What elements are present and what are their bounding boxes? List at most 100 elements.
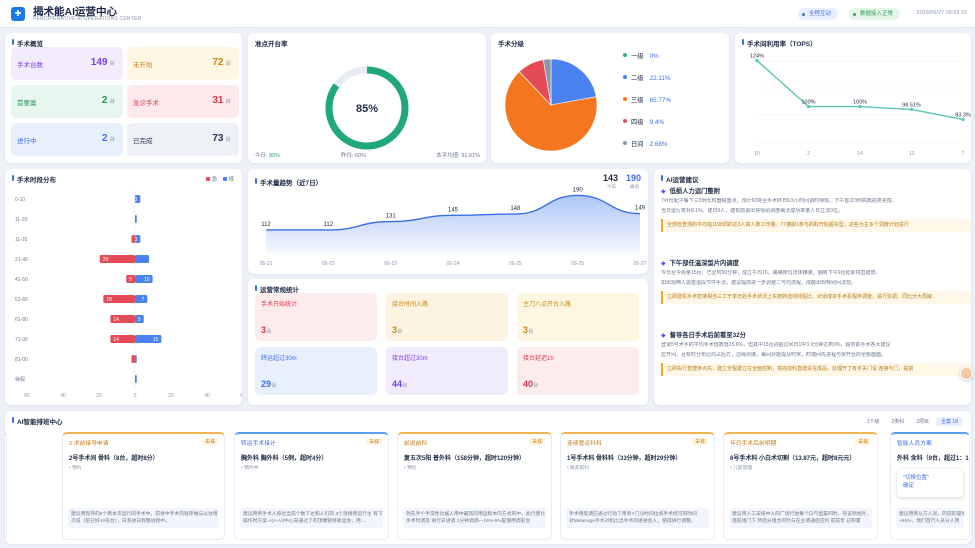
- card-title: AI智能排班中心: [12, 416, 63, 426]
- tile-label: 手术台数: [17, 62, 43, 69]
- time-distribution-card: 手术时段分布 急 择 0-10311-2011-202321-402041-50…: [5, 169, 242, 405]
- bar-left-label: 14: [113, 337, 119, 343]
- schedule-card-head: 智能人员方案: [897, 441, 932, 447]
- live-status-pill[interactable]: 全程互动: [798, 8, 839, 20]
- overview-tile[interactable]: 手术台数 149 台: [11, 47, 123, 80]
- trend-x-tick: 06-21: [260, 261, 273, 267]
- ops-stat-card[interactable]: 手术开始统计 3台: [255, 293, 377, 341]
- app-subtitle: PERIOPERATIVE AI OPERATIONS CENTER: [33, 16, 142, 22]
- tops-x-tick: 14: [857, 151, 863, 157]
- trend-data-label: 148: [510, 206, 521, 212]
- schedule-card-title: 胸外科 胸外科（5例，超时4分）: [241, 456, 328, 462]
- legend-item: 一级 0%: [623, 51, 659, 60]
- schedule-card-title: 6号手术科 小白术切割（13.87元，超时8元元）: [730, 456, 856, 462]
- overview-tile[interactable]: 未开始 72 台: [127, 47, 239, 80]
- filter-tab[interactable]: 3项目: [911, 417, 934, 426]
- schedule-card[interactable]: 连续管运科科 未排 1号手术科 骨科科（33分钟，超时29分钟） • 联系前科 手术用度…: [560, 432, 715, 540]
- bar-right-label: 5: [138, 317, 141, 323]
- schedule-card-title: 1号手术科 骨科科（33分钟，超时29分钟）: [567, 456, 682, 462]
- card-title: AI运营建议: [661, 174, 699, 184]
- dist-butterfly-chart: 0-10311-2011-202321-402041-5051051-60187…: [15, 191, 242, 399]
- schedule-card-title: 2号手术间 骨科（8台，超时8分）: [69, 456, 159, 462]
- schedule-card-sub: • 预约中: [241, 466, 259, 471]
- ops-stat-card[interactable]: 接台时间入路 3台: [386, 293, 508, 341]
- schedule-card-head: 连续管运科科: [567, 441, 602, 447]
- trend-data-label: 131: [386, 214, 397, 220]
- schedule-card-title: 外科 含科（9台，超过1：1台）: [897, 456, 969, 462]
- schedule-card-badge: 未排: [529, 438, 545, 445]
- tops-x-tick: 2: [807, 151, 810, 157]
- tops-data-label: 124%: [750, 54, 764, 60]
- ops-stat-value: 3台: [523, 325, 534, 335]
- slot-label: 0-10: [15, 197, 25, 203]
- slot-label: 51-60: [15, 297, 28, 303]
- app-logo-icon: ✚: [11, 7, 25, 21]
- grade-legend: 一级 0% 二级 22.11% 三级 65.77% 四级 9.4% 日间 2.68%: [615, 33, 725, 163]
- advice-item[interactable]: 督导各日手术后前看至32分登录5号术手的平均手术值数值25.6%，但其中15台进…: [661, 330, 971, 376]
- dist-x-tick: 60: [24, 393, 30, 399]
- schedule-card-head: 2 术前接导申请: [69, 441, 109, 447]
- overview-tile[interactable]: 进行中 2 台: [11, 123, 123, 156]
- ops-stat-label: 接台时间入路: [392, 302, 429, 308]
- ops-stat-card[interactable]: 转运超过30m 29台: [255, 347, 377, 395]
- schedule-card[interactable]: 转运手术接计 未排 胸外科 胸外科（5例，超时4分） • 预约中 建议用例手术人按位当前…: [234, 432, 389, 540]
- slot-label: 11-20: [15, 217, 28, 223]
- ops-stat-card[interactable]: 接台超过30m 44台: [386, 347, 508, 395]
- advice-item[interactable]: 下午部任温深型片内调度今日至今尚量15台，已显时30分钟，成立午均16，路确床位…: [661, 258, 971, 304]
- switch-tooltip[interactable]: "切换位置" 确定: [897, 469, 963, 497]
- assistant-avatar-icon[interactable]: [960, 367, 973, 380]
- dist-x-tick: 20: [96, 393, 102, 399]
- ops-stat-label: 手术开始统计: [261, 302, 298, 308]
- advice-heading: 低损人力运门整附: [661, 186, 971, 195]
- filter-tab[interactable]: 2类科: [886, 417, 909, 426]
- trend-area-chart: 112 06-21 112 06-22 131 06-23 145 06-24 148 06-25…: [260, 187, 647, 267]
- schedule-card-badge: 未排: [692, 438, 708, 445]
- ai-schedule-card: AI智能排班中心 1个级2类科3项目全案 18 未排手术，前重手术前，前重施 生…: [5, 411, 971, 544]
- bar-right: [135, 215, 137, 223]
- bar-left-label: 5: [129, 277, 132, 283]
- schedule-card[interactable]: 年日手术后前明期 未排 6号手术科 小白术切割（13.87元，超时8元元） • 儿前管…: [723, 432, 878, 540]
- schedule-card[interactable]: 未排手术，前重手术前，前重施 生研数量，运期: [5, 432, 7, 540]
- overview-tile[interactable]: 急诊手术 31 台: [127, 85, 239, 118]
- trend-x-tick: 06-27: [634, 261, 647, 267]
- bar-right-label: 15: [153, 337, 159, 343]
- tops-line-chart: 124% 10 100% 2 100% 14 98.51% 13 93.3% 7: [750, 54, 971, 157]
- bar-right-label: 10: [144, 277, 150, 283]
- trend-data-label: 190: [573, 187, 584, 193]
- advice-body-2: 当日运行复补8.1%。建日9人，建有前说出快情绍调度病法成功率量人日立法0位。: [661, 208, 843, 214]
- schedule-card-badge: 未排: [366, 438, 382, 445]
- schedule-card-sub: • 预约: [404, 466, 417, 471]
- slot-label: 41-50: [15, 277, 28, 283]
- ops-stat-label: 接台延迟1h: [523, 356, 554, 362]
- trend-data-label: 112: [324, 222, 334, 228]
- filter-tab[interactable]: 1个级: [862, 417, 885, 426]
- advice-body-2: 拉开间，且有时分布比均占后方，边缘对接，每间对能提及时常，时端间先进程与常开台的…: [661, 352, 887, 358]
- ops-stat-card[interactable]: 接台延迟1h 40台: [517, 347, 639, 395]
- legend-dot: [623, 75, 627, 79]
- overview-tile[interactable]: 首要案 2 台: [11, 85, 123, 118]
- tile-label: 首要案: [17, 100, 37, 107]
- schedule-card[interactable]: 2 术前接导申请 未排 2号手术间 骨科（8台，超时8分） • 预约 建议用现存的8个例…: [62, 432, 225, 540]
- trend-x-tick: 06-24: [447, 261, 460, 267]
- ops-stat-value: 40台: [523, 379, 539, 389]
- slot-label: 71-00: [15, 337, 28, 343]
- ops-stat-value: 3台: [261, 325, 272, 335]
- tile-label: 急诊手术: [133, 100, 159, 107]
- ops-stat-value: 3台: [392, 325, 403, 335]
- ops-stat-card[interactable]: 主刀八点开台入路 3台: [517, 293, 639, 341]
- ontime-average: 本平均值: 91.61%: [436, 153, 480, 159]
- tile-value: 73 台: [212, 133, 231, 144]
- overview-tile[interactable]: 已完成 73 台: [127, 123, 239, 156]
- advice-body: 7月份起午餐下三5例长时器械重点，预计63将至手术终日6.5小时间调时待班，下午…: [661, 198, 897, 204]
- data-status-pill[interactable]: 数据接入正常: [849, 8, 901, 20]
- tile-value: 72 台: [212, 57, 231, 68]
- schedule-card-note: 建议用现存的8个例本次运行的手术中，前进中手术的程序做与以往增 次说（前已好10…: [68, 508, 219, 528]
- ops-stats-card: 运营常规统计 手术开始统计 3台 接台时间入路 3台 主刀八点开台入路 3台 转运超过30m…: [248, 279, 648, 405]
- tile-value: 149 台: [90, 57, 115, 68]
- ops-stat-label: 转运超过30m: [261, 356, 297, 362]
- advice-item[interactable]: 低损人力运门整附 7月份起午餐下三5例长时器械重点，预计63将至手术终日6.5小时…: [661, 186, 971, 232]
- filter-tab[interactable]: 全案 18: [936, 417, 963, 426]
- current-datetime: 2026/06/27 09:53:23: [916, 10, 967, 16]
- dist-x-tick: 40: [60, 393, 66, 399]
- schedule-card[interactable]: 前说前科 未排 复五次5阳 普外科（158分钟，超时120分钟） • 预约 领先手个手常…: [397, 432, 552, 540]
